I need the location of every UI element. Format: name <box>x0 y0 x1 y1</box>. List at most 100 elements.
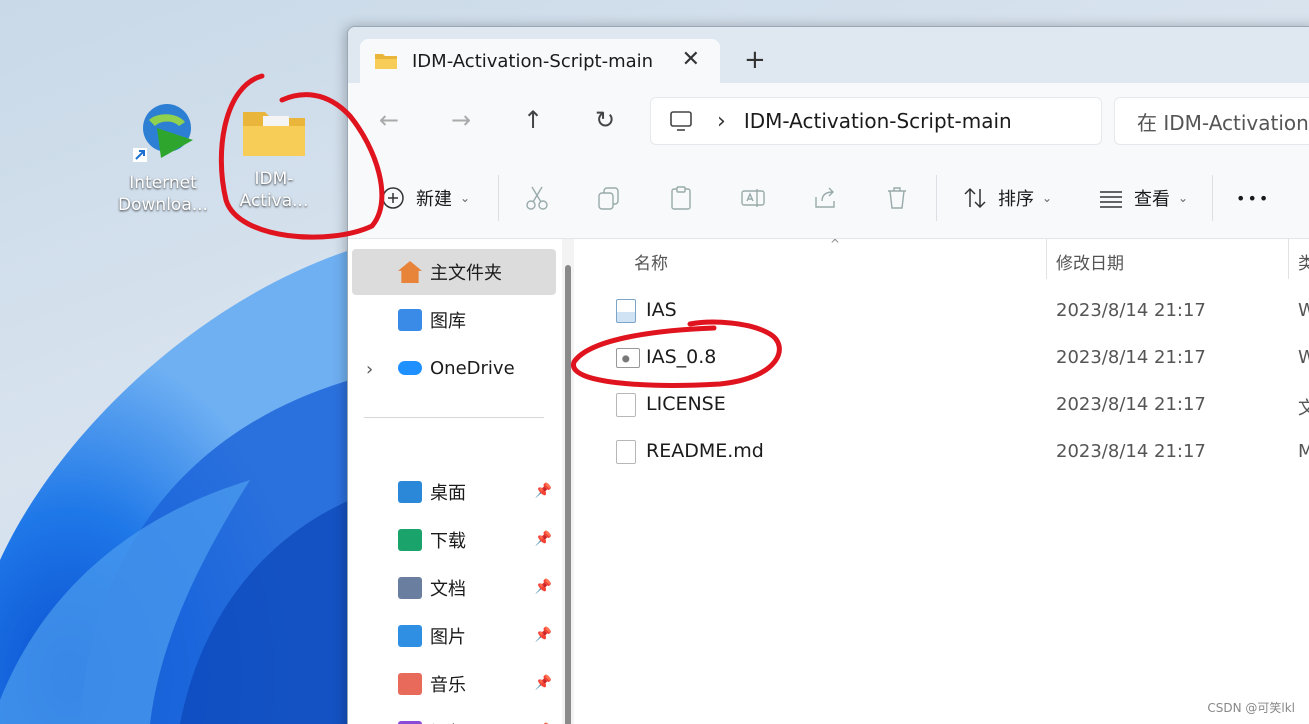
documents-icon <box>398 577 422 599</box>
file-name: LICENSE <box>646 393 726 415</box>
file-type: M <box>1298 441 1309 462</box>
file-modified: 2023/8/14 21:17 <box>1056 300 1206 321</box>
file-type: 文 <box>1298 394 1309 420</box>
close-tab-icon[interactable]: ✕ <box>682 49 700 71</box>
sort-ascending-icon: ^ <box>830 237 841 251</box>
music-icon <box>398 673 422 695</box>
file-row[interactable]: LICENSE 2023/8/14 21:17 文 <box>614 385 1309 425</box>
desktop-icon-folder[interactable]: IDM-Activa... <box>222 98 326 212</box>
tab-title: IDM-Activation-Script-main <box>412 50 654 72</box>
chevron-down-icon: ⌄ <box>460 191 471 205</box>
delete-icon[interactable] <box>882 183 912 213</box>
column-header-name[interactable]: 名称 <box>634 249 668 274</box>
sort-icon <box>960 183 990 213</box>
sidebar-item-label: 音乐 <box>430 675 466 696</box>
pin-icon[interactable]: 📌 <box>535 531 552 547</box>
sidebar-item-pictures[interactable]: 图片 📌 <box>352 613 556 659</box>
refresh-button[interactable]: ↻ <box>590 105 620 135</box>
sidebar-item-label: 图片 <box>430 627 466 648</box>
sidebar-item-home[interactable]: 主文件夹 <box>352 249 556 295</box>
back-button[interactable]: ← <box>374 105 404 135</box>
sidebar-item-downloads[interactable]: 下载 📌 <box>352 517 556 563</box>
file-row[interactable]: IAS_0.8 2023/8/14 21:17 W <box>614 338 1309 378</box>
cut-icon[interactable] <box>522 183 552 213</box>
up-button[interactable]: ↑ <box>518 105 548 135</box>
paste-icon[interactable] <box>666 183 696 213</box>
navigation-pane: 主文件夹 图库 › OneDrive 桌面 📌 下载 📌 文档 📌 图片 📌 音… <box>348 239 580 724</box>
file-name: IAS <box>646 299 677 321</box>
desktop-icon <box>398 481 422 503</box>
file-type: W <box>1298 347 1309 368</box>
sidebar-item-documents[interactable]: 文档 📌 <box>352 565 556 611</box>
search-input[interactable]: 在 IDM-Activation- <box>1114 97 1309 145</box>
column-divider[interactable] <box>1046 239 1047 279</box>
address-bar[interactable]: › IDM-Activation-Script-main <box>650 97 1102 145</box>
file-modified: 2023/8/14 21:17 <box>1056 441 1206 462</box>
command-bar: 新建 ⌄ 排序 ⌄ 查看 ⌄ ••• <box>348 157 1309 239</box>
sidebar-item-label: 文档 <box>430 579 466 600</box>
sidebar-item-videos[interactable]: 视频 📌 <box>352 709 556 724</box>
breadcrumb-separator: › <box>717 108 726 134</box>
share-icon[interactable] <box>810 183 840 213</box>
view-list-icon <box>1096 183 1126 213</box>
idm-app-icon <box>133 104 193 162</box>
new-tab-button[interactable]: + <box>744 47 766 73</box>
sidebar-item-onedrive[interactable]: OneDrive <box>352 345 556 391</box>
toolbar-divider <box>1212 175 1213 221</box>
sort-button-label: 排序 <box>998 189 1034 210</box>
sidebar-item-label: OneDrive <box>430 357 515 379</box>
tab-idm-activation-script-main[interactable]: IDM-Activation-Script-main ✕ <box>360 39 720 83</box>
view-button-label: 查看 <box>1134 189 1170 210</box>
desktop-icon-idm[interactable]: Internet Downloa... <box>111 98 215 216</box>
file-row[interactable]: IAS 2023/8/14 21:17 W <box>614 291 1309 331</box>
sidebar-item-label: 视频 <box>430 719 466 724</box>
sidebar-item-label: 图库 <box>430 311 466 332</box>
blank-file-icon <box>616 440 636 464</box>
pin-icon[interactable]: 📌 <box>535 627 552 643</box>
home-icon <box>398 261 422 283</box>
chevron-down-icon: ⌄ <box>1178 191 1189 205</box>
copy-icon[interactable] <box>594 183 624 213</box>
desktop-icon-label: IDM-Activa... <box>239 169 309 211</box>
downloads-icon <box>398 529 422 551</box>
pictures-icon <box>398 625 422 647</box>
file-list: ^ 名称 修改日期 类 IAS 2023/8/14 21:17 W IAS_0.… <box>584 237 1309 724</box>
folder-icon <box>243 112 305 156</box>
pin-icon[interactable]: 📌 <box>535 579 552 595</box>
new-button-label: 新建 <box>416 189 452 210</box>
sort-button[interactable]: 排序 ⌄ <box>960 183 1052 213</box>
sidebar-item-gallery[interactable]: 图库 <box>352 297 556 343</box>
sidebar-item-label: 下载 <box>430 531 466 552</box>
tab-bar: IDM-Activation-Script-main ✕ + <box>348 27 1309 83</box>
sidebar-scrollbar-thumb[interactable] <box>565 265 571 724</box>
breadcrumb-path[interactable]: IDM-Activation-Script-main <box>744 109 1012 133</box>
file-row[interactable]: README.md 2023/8/14 21:17 M <box>614 432 1309 472</box>
watermark: CSDN @可笑lkl <box>1207 701 1295 715</box>
file-modified: 2023/8/14 21:17 <box>1056 394 1206 415</box>
new-button[interactable]: 新建 ⌄ <box>378 183 470 213</box>
column-header-modified[interactable]: 修改日期 <box>1056 249 1124 274</box>
script-file-icon <box>616 299 636 323</box>
more-options-button[interactable]: ••• <box>1236 183 1270 213</box>
navigation-bar: ← → ↑ ↻ › IDM-Activation-Script-main 在 I… <box>348 83 1309 157</box>
gallery-icon <box>398 309 422 331</box>
file-explorer-window: IDM-Activation-Script-main ✕ + ← → ↑ ↻ ›… <box>347 26 1309 724</box>
folder-icon <box>375 54 397 69</box>
sidebar-item-desktop[interactable]: 桌面 📌 <box>352 469 556 515</box>
forward-button[interactable]: → <box>446 105 476 135</box>
rename-icon[interactable] <box>738 183 768 213</box>
pin-icon[interactable]: 📌 <box>535 675 552 691</box>
column-header-type[interactable]: 类 <box>1298 249 1309 274</box>
cloud-icon <box>398 361 422 375</box>
column-divider[interactable] <box>1288 239 1289 279</box>
blank-file-icon <box>616 393 636 417</box>
sidebar-item-music[interactable]: 音乐 📌 <box>352 661 556 707</box>
settings-file-icon <box>616 348 640 368</box>
view-button[interactable]: 查看 ⌄ <box>1096 183 1188 213</box>
pin-icon[interactable]: 📌 <box>535 483 552 499</box>
sidebar-divider <box>364 417 544 418</box>
file-name: IAS_0.8 <box>646 346 717 368</box>
sidebar-item-label: 桌面 <box>430 483 466 504</box>
toolbar-divider <box>498 175 499 221</box>
desktop-icon-label: Internet Downloa... <box>118 173 208 215</box>
